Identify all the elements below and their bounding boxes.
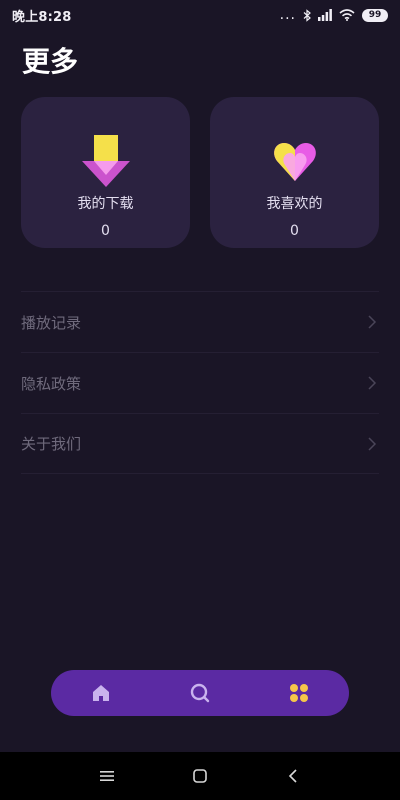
menu-item-privacy-policy[interactable]: 隐私政策 (21, 352, 379, 413)
menu-item-label: 关于我们 (21, 435, 82, 453)
chevron-right-icon (368, 436, 377, 451)
home-icon (92, 685, 109, 701)
chevron-right-icon (368, 376, 377, 390)
card-label: 我喜欢的 (266, 196, 323, 212)
square-home-icon (193, 769, 207, 783)
recent-apps-button[interactable] (92, 761, 122, 791)
menu-lines-icon (99, 771, 114, 781)
status-time: 晚上8:28 (12, 9, 72, 25)
settings-menu: 播放记录 隐私政策 关于我们 (21, 291, 379, 474)
nav-search-button[interactable] (180, 673, 220, 713)
card-count: 0 (101, 223, 110, 239)
card-label: 我的下载 (77, 196, 134, 212)
chevron-right-icon (368, 315, 377, 329)
status-bar: 晚上8:28 ... 99 (0, 0, 400, 30)
download-arrow-icon (81, 135, 130, 187)
wifi-icon (339, 9, 355, 21)
bottom-nav-bar (51, 670, 349, 716)
nav-home-button[interactable] (81, 673, 121, 713)
grid-menu-icon (290, 684, 309, 702)
bluetooth-icon (303, 8, 311, 22)
system-nav-bar (0, 752, 400, 800)
nav-more-button[interactable] (279, 673, 319, 713)
search-icon (190, 683, 210, 703)
menu-item-about-us[interactable]: 关于我们 (21, 413, 379, 474)
my-downloads-card[interactable]: 我的下载 0 (21, 97, 190, 248)
back-system-button[interactable] (278, 761, 308, 791)
battery-indicator: 99 (362, 8, 388, 22)
status-icons: ... 99 (280, 7, 388, 23)
page-title: 更多 (22, 45, 79, 78)
back-arrow-icon (289, 769, 297, 783)
signal-icon (318, 9, 332, 21)
heart-icon (273, 143, 316, 181)
card-count: 0 (290, 223, 299, 239)
menu-item-play-history[interactable]: 播放记录 (21, 291, 379, 352)
home-system-button[interactable] (185, 761, 215, 791)
my-likes-card[interactable]: 我喜欢的 0 (210, 97, 379, 248)
menu-item-label: 播放记录 (21, 313, 82, 332)
more-dots-icon: ... (279, 7, 296, 23)
menu-item-label: 隐私政策 (21, 374, 82, 393)
